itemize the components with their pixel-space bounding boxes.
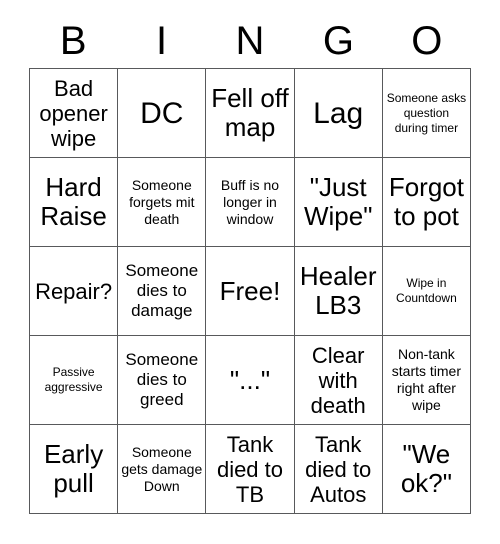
bingo-cell-label: Non-tank starts timer right after wipe [391,346,461,413]
bingo-cell[interactable]: Someone dies to greed [118,336,207,425]
bingo-cell[interactable]: Healer LB3 [294,247,383,336]
bingo-cell-label: "We ok?" [400,439,452,498]
bingo-cell-free[interactable]: Free! [206,247,295,336]
header-letter-g: G [322,19,354,63]
bingo-cell-label: DC [140,96,184,130]
bingo-cell-label: Passive aggressive [44,365,103,394]
bingo-cell[interactable]: Repair? [30,247,119,336]
bingo-cell-label: Lag [313,96,364,130]
bingo-cell[interactable]: Tank died to Autos [294,425,383,514]
bingo-cell[interactable]: Buff is no longer in window [206,158,295,247]
bingo-cell[interactable]: DC [118,69,207,158]
bingo-cell[interactable]: Someone forgets mit death [118,158,207,247]
bingo-cell[interactable]: Tank died to TB [206,425,295,514]
header-letter-o: O [411,19,443,63]
bingo-cell[interactable]: Someone dies to damage [118,247,207,336]
bingo-cell-label: Tank died to TB [216,431,284,507]
bingo-card: B I N G O Bad opener wipe DC Fell off ma… [29,14,471,514]
bingo-cell[interactable]: Hard Raise [30,158,119,247]
header-letter-n: N [235,19,265,63]
bingo-cell[interactable]: Someone gets damage Down [118,425,207,514]
bingo-cell[interactable]: Fell off map [206,69,295,158]
bingo-cell[interactable]: Bad opener wipe [30,69,119,158]
bingo-cell-label: Buff is no longer in window [220,176,280,227]
bingo-cell-label: Healer LB3 [299,261,377,320]
bingo-cell-label: Hard Raise [40,172,107,231]
bingo-cell-label: Early pull [43,439,104,498]
bingo-cell-label: Someone forgets mit death [129,176,195,227]
bingo-cell-label: Someone dies to greed [125,350,199,409]
bingo-cell-label: "..." [229,364,271,395]
bingo-cell[interactable]: Lag [294,69,383,158]
bingo-cell-label: Someone asks question during timer [386,90,467,135]
bingo-cell[interactable]: Passive aggressive [30,336,119,425]
bingo-cell-label: Repair? [35,278,113,304]
bingo-cell[interactable]: Early pull [30,425,119,514]
bingo-header: B I N G O [29,14,471,68]
bingo-cell[interactable]: "We ok?" [382,425,471,514]
bingo-cell[interactable]: Someone asks question during timer [382,69,471,158]
bingo-cell-label: Forgot to pot [388,172,464,231]
bingo-cell-label: Someone dies to damage [125,261,199,320]
bingo-cell[interactable]: "..." [206,336,295,425]
header-letter-b: B [59,19,87,63]
bingo-cell[interactable]: "Just Wipe" [294,158,383,247]
bingo-cell-label: Bad opener wipe [39,75,108,151]
bingo-cell-label: Fell off map [211,83,289,142]
header-letter-i: I [156,19,168,63]
bingo-cell-label: "Just Wipe" [303,172,373,231]
bingo-cell-label: Wipe in Countdown [396,276,457,305]
bingo-cell-label: Tank died to Autos [305,431,372,507]
bingo-cell[interactable]: Wipe in Countdown [382,247,471,336]
bingo-cell-label: Free! [219,275,281,306]
bingo-cell-label: Clear with death [310,342,366,418]
bingo-cell[interactable]: Clear with death [294,336,383,425]
bingo-grid: Bad opener wipe DC Fell off map Lag Some… [29,68,471,514]
bingo-cell[interactable]: Forgot to pot [382,158,471,247]
bingo-cell[interactable]: Non-tank starts timer right after wipe [382,336,471,425]
bingo-cell-label: Someone gets damage Down [121,443,203,494]
